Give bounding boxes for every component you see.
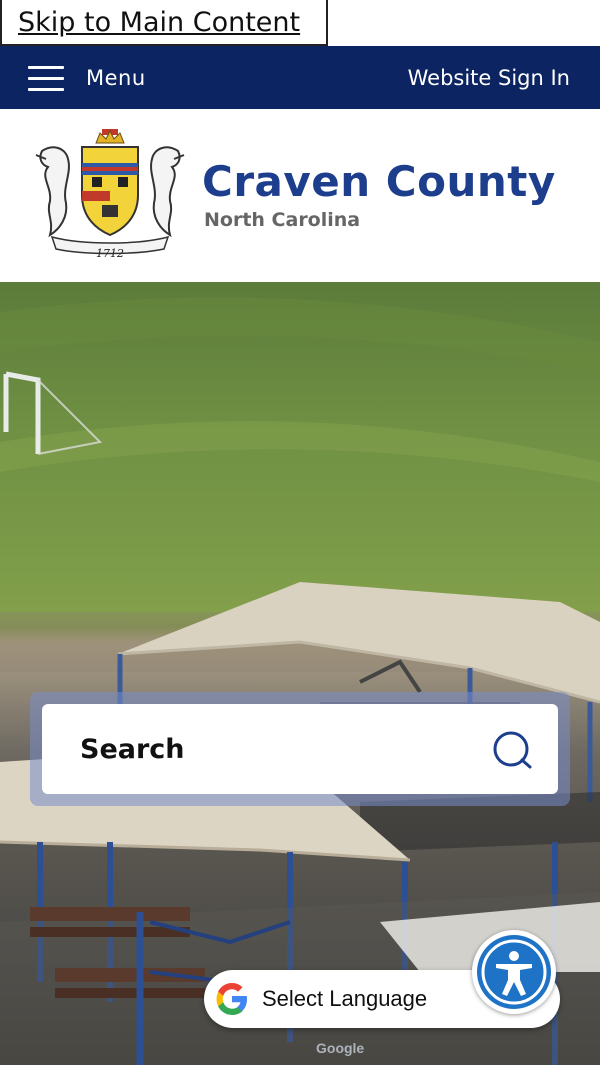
accessibility-icon — [477, 935, 551, 1009]
website-sign-in-link[interactable]: Website Sign In — [408, 66, 570, 90]
top-navigation-bar: Menu Website Sign In — [0, 46, 600, 109]
skip-to-main-content-link[interactable]: Skip to Main Content — [0, 0, 328, 46]
search-container: Search — [30, 692, 570, 806]
search-input[interactable]: Search — [42, 704, 558, 794]
site-title: Craven County — [202, 157, 556, 206]
google-g-icon — [216, 983, 247, 1015]
google-translate-watermark: Google — [316, 1040, 365, 1056]
search-icon[interactable] — [492, 730, 534, 772]
search-placeholder: Search — [80, 733, 185, 765]
menu-icon — [28, 65, 64, 91]
county-seal-logo: 1712 — [35, 129, 185, 260]
menu-label: Menu — [86, 65, 146, 90]
select-language-label: Select Language — [262, 986, 428, 1011]
accessibility-button[interactable] — [472, 930, 556, 1014]
menu-button[interactable]: Menu — [28, 65, 146, 91]
site-subtitle: North Carolina — [204, 209, 361, 231]
site-header-brand[interactable]: 1712 Craven County North Carolina — [0, 109, 600, 282]
seal-year: 1712 — [96, 247, 124, 260]
